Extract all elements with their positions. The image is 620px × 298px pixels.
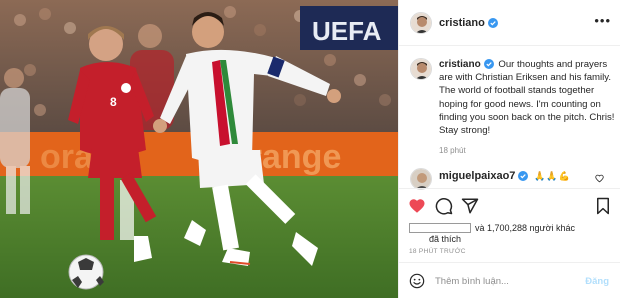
bookmark-icon[interactable] (595, 197, 611, 215)
post-actions: và 1,700,288 người khác đã thích (399, 188, 620, 250)
comment-icon[interactable] (435, 197, 453, 215)
verified-badge-icon (518, 171, 529, 181)
share-icon[interactable] (461, 197, 479, 215)
comment-input[interactable] (435, 273, 575, 289)
verified-badge-icon (483, 59, 494, 69)
svg-text:8: 8 (110, 95, 117, 109)
post-header: cristiano ••• (399, 0, 620, 46)
post-username[interactable]: cristiano (439, 17, 498, 29)
heart-icon[interactable] (408, 197, 426, 215)
post-caption: cristiano Our thoughts and prayers are w… (439, 58, 617, 137)
redacted-username (409, 223, 471, 233)
football (68, 254, 104, 290)
more-options-icon[interactable]: ••• (594, 14, 611, 27)
caption-username[interactable]: cristiano (439, 59, 494, 70)
post-timestamp[interactable]: 18 PHÚT TRƯỚC (409, 248, 466, 255)
smile-icon[interactable] (409, 273, 425, 289)
post-side-panel: cristiano ••• cristiano Our thoughts and… (398, 0, 620, 298)
caption-text: Our thoughts and prayers are with Christ… (439, 59, 615, 137)
comment-avatar[interactable] (410, 168, 432, 190)
caption-timestamp[interactable]: 18 phút (439, 146, 466, 155)
likes-suffix: đã thích (429, 234, 462, 244)
comment-row: miguelpaixao7 🙏🙏💪 (439, 170, 571, 182)
comment-heart-icon[interactable] (595, 174, 604, 183)
avatar[interactable] (410, 12, 432, 34)
comment-text: 🙏🙏💪 (534, 171, 571, 181)
post-comment-button[interactable]: Đăng (585, 276, 609, 287)
verified-badge-icon (487, 18, 498, 28)
uefa-banner-text: UEFA (312, 16, 382, 46)
post-photo[interactable]: UEFA orange ora 8 (0, 0, 398, 298)
comment-username[interactable]: miguelpaixao7 (439, 170, 529, 182)
add-comment-bar: Đăng (399, 262, 620, 298)
football-photo: UEFA orange ora 8 (0, 0, 398, 298)
caption-avatar[interactable] (410, 58, 432, 80)
likes-summary[interactable]: và 1,700,288 người khác (409, 223, 575, 233)
